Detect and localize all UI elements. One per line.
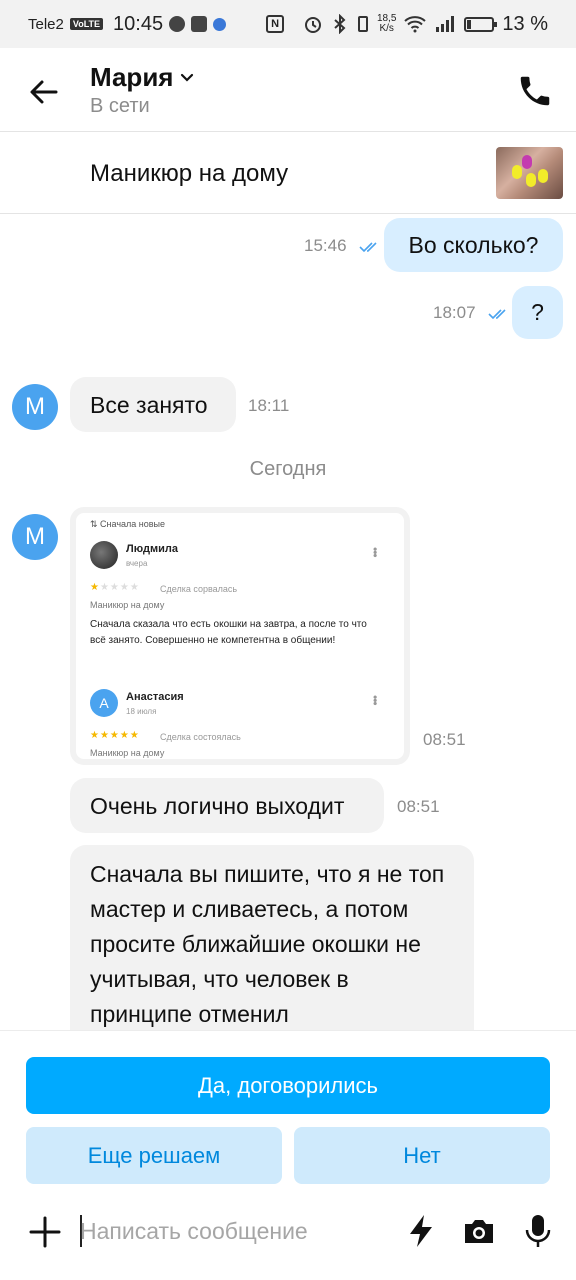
deal-status: Сделка сорвалась [160,584,238,594]
app-notification-icon [191,16,208,32]
bottom-panel: Да, договорились Еще решаем Нет [0,1030,576,1280]
listing-bar[interactable]: Маникюр на дому [0,132,576,214]
back-arrow-icon[interactable] [26,74,62,110]
message-text: Очень логично выходит [90,793,345,819]
status-bar-left: Tele2 VoLTE 10:45 N [28,12,285,36]
reviewer-avatar-letter: А [99,695,109,711]
battery-percent: 13 % [502,12,548,35]
sort-label: ⇅ Сначала новые [90,519,166,529]
contact-name-row[interactable]: Мария [90,62,195,93]
review-text: Сначала сказала что есть окошки на завтр… [90,619,367,646]
message-text: ? [531,299,544,325]
thumbnail-detail [522,155,532,169]
message-time: 18:07 [433,303,476,322]
message-bubble-outgoing[interactable]: Во сколько? [384,218,563,272]
review-screenshot: ⇅ Сначала новые Людмила вчера ••• ★★★★★ … [76,513,404,759]
star-filled-icon: ★★★★★ [90,730,140,741]
contact-name: Мария [90,62,174,92]
message-time: 08:51 [397,797,440,816]
message-out-time: 15:46 [304,236,381,256]
read-ticks-icon [488,309,506,319]
day-separator: Сегодня [249,458,327,480]
rating-stars: ★★★★★ [90,730,140,741]
alarm-icon [304,17,321,33]
service-name: Маникюр на дому [90,748,165,758]
avatar[interactable]: М [12,514,58,560]
review-date: 18 июля [126,707,157,716]
review-date: вчера [126,559,148,568]
online-status: В сети [90,95,150,117]
status-bar: Tele2 VoLTE 10:45 N 18,5 K/s 13 % [0,0,576,48]
reviewer-name: Людмила [126,543,178,555]
message-bubble-incoming[interactable]: Очень логично выходит [70,778,384,833]
signal-icon [436,16,455,32]
service-name: Маникюр на дому [90,600,165,610]
still-deciding-button[interactable]: Еще решаем [26,1127,282,1184]
contact-info[interactable]: Мария В сети [90,62,195,118]
status-bar-right: 18,5 K/s 13 % [303,13,548,36]
star-empty-icon: ★★★★ [99,582,140,593]
message-bubble-incoming[interactable]: Все занято [70,377,236,432]
message-text: Сначала вы пишите, что я не топ мастер и… [90,861,445,1027]
reviewer-avatar [90,541,118,569]
camera-icon[interactable] [462,1213,496,1249]
message-input[interactable] [80,1211,390,1251]
star-filled-icon: ★ [90,582,100,593]
chat-header: Мария В сети [0,48,576,132]
browser-notification-icon [213,17,227,31]
avatar-letter: М [25,523,45,550]
message-text: Во сколько? [408,231,539,258]
message-bubble-outgoing[interactable]: ? [512,286,563,339]
thumbnail-detail [526,173,536,187]
avatar-letter: М [25,393,45,420]
carrier-label: Tele2 [28,15,64,33]
phone-icon[interactable] [516,72,554,110]
no-button[interactable]: Нет [294,1127,550,1184]
thumbnail-detail [538,169,548,183]
battery-icon [464,16,498,32]
message-out-time: 18:07 [433,303,510,323]
read-ticks-icon [359,242,377,252]
play-notification-icon [169,16,186,32]
volte-icon: VoLTE [69,18,104,30]
chevron-down-icon[interactable] [179,70,195,86]
lightning-icon[interactable] [404,1213,438,1249]
network-speed: 18,5 K/s [377,14,396,34]
battery-level [467,19,471,29]
vibrate-icon [357,16,368,32]
message-time: 08:51 [423,730,466,749]
listing-title[interactable]: Маникюр на дому [90,160,288,188]
reviewer-name: Анастасия [126,691,184,703]
network-speed-unit: K/s [379,23,394,34]
more-icon: ••• [368,547,382,557]
thumbnail-detail [512,165,522,179]
message-time: 15:46 [304,236,347,255]
plus-icon[interactable] [28,1215,62,1249]
deal-status: Сделка состоялась [160,732,241,742]
more-icon: ••• [368,695,382,705]
message-time: 18:11 [248,396,290,415]
microphone-icon[interactable] [521,1213,555,1249]
listing-thumbnail[interactable] [496,147,563,199]
message-text: Все занято [90,392,208,418]
avatar[interactable]: М [12,384,58,430]
bluetooth-icon [334,14,346,34]
reviewer-avatar: А [90,689,118,717]
nfc-icon: N [266,15,285,33]
wifi-icon [404,16,427,33]
image-attachment[interactable]: ⇅ Сначала новые Людмила вчера ••• ★★★★★ … [70,507,410,765]
composer [0,1201,576,1261]
agreed-button[interactable]: Да, договорились [26,1057,550,1114]
clock: 10:45 [113,12,164,35]
rating-stars: ★★★★★ [90,582,140,593]
